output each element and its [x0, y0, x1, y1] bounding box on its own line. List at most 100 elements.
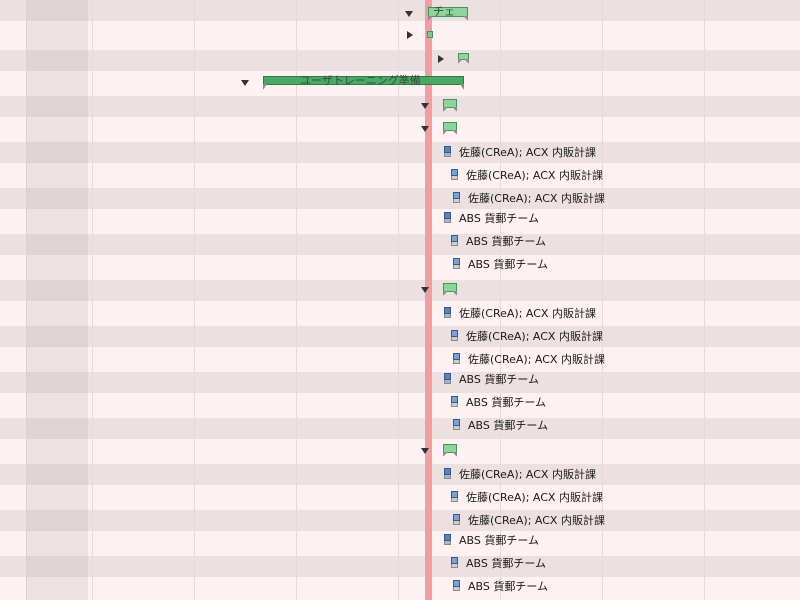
- row-band: [0, 142, 800, 163]
- group-icon: [443, 468, 453, 480]
- row-band: [0, 27, 800, 48]
- timescale-gridline: [602, 0, 603, 600]
- row-band: [0, 579, 800, 600]
- collapse-toggle-icon[interactable]: [421, 103, 429, 109]
- resource-assignment[interactable]: 佐藤(CReA); ACX 内販計課: [452, 352, 605, 366]
- collapse-toggle-icon[interactable]: [421, 287, 429, 293]
- non-working-time-shading: [26, 0, 88, 600]
- person-icon: [452, 514, 462, 526]
- collapse-toggle-icon[interactable]: [421, 448, 429, 454]
- resource-assignment[interactable]: 佐藤(CReA); ACX 内販計課: [452, 513, 605, 527]
- row-band: [0, 418, 800, 439]
- resource-assignment[interactable]: ABS 貨郵チーム: [452, 418, 548, 432]
- collapse-toggle-icon[interactable]: [421, 126, 429, 132]
- resource-assignment[interactable]: ABS 貨郵チーム: [452, 579, 548, 593]
- group-icon: [443, 146, 453, 158]
- person-icon: [450, 557, 460, 569]
- resource-name: 佐藤(CReA); ACX 内販計課: [468, 353, 605, 366]
- summary-task-label: ユーザトレーニング準備: [300, 74, 421, 87]
- row-band: [0, 303, 800, 324]
- row-band: [0, 326, 800, 347]
- task-bar[interactable]: [443, 99, 457, 113]
- group-icon: [443, 212, 453, 224]
- resource-assignment[interactable]: 佐藤(CReA); ACX 内販計課: [450, 168, 603, 182]
- row-band: [0, 119, 800, 140]
- resource-assignment[interactable]: 佐藤(CReA); ACX 内販計課: [443, 145, 596, 159]
- timescale-gridline: [704, 0, 705, 600]
- resource-name: ABS 貨郵チーム: [466, 557, 547, 570]
- row-band: [0, 234, 800, 255]
- group-icon: [443, 373, 453, 385]
- expand-toggle-icon[interactable]: [438, 55, 444, 63]
- collapse-toggle-icon[interactable]: [405, 11, 413, 17]
- expand-toggle-icon[interactable]: [407, 31, 413, 39]
- row-band: [0, 372, 800, 393]
- person-icon: [450, 491, 460, 503]
- resource-assignment[interactable]: 佐藤(CReA); ACX 内販計課: [452, 191, 605, 205]
- task-bar[interactable]: チェ: [428, 5, 468, 22]
- person-icon: [452, 353, 462, 365]
- person-icon: [452, 258, 462, 270]
- row-band: [0, 395, 800, 416]
- person-icon: [450, 396, 460, 408]
- timescale-gridline: [92, 0, 93, 600]
- task-bar[interactable]: [443, 122, 457, 136]
- resource-assignment[interactable]: 佐藤(CReA); ACX 内販計課: [443, 467, 596, 481]
- group-icon: [443, 534, 453, 546]
- row-band: [0, 50, 800, 71]
- group-icon: [443, 307, 453, 319]
- row-band: [0, 257, 800, 278]
- row-band: [0, 510, 800, 531]
- resource-assignment[interactable]: 佐藤(CReA); ACX 内販計課: [450, 329, 603, 343]
- resource-name: 佐藤(CReA); ACX 内販計課: [466, 169, 603, 182]
- resource-assignment[interactable]: 佐藤(CReA); ACX 内販計課: [450, 490, 603, 504]
- timescale-gridline: [398, 0, 399, 600]
- collapse-toggle-icon[interactable]: [241, 80, 249, 86]
- timescale-gridline: [500, 0, 501, 600]
- resource-name: ABS 貨郵チーム: [459, 373, 540, 386]
- row-band: [0, 349, 800, 370]
- row-band: [0, 533, 800, 554]
- row-band: [0, 280, 800, 301]
- task-bar[interactable]: [443, 444, 457, 458]
- resource-name: ABS 貨郵チーム: [459, 534, 540, 547]
- resource-name: 佐藤(CReA); ACX 内販計課: [459, 307, 596, 320]
- person-icon: [452, 192, 462, 204]
- row-band: [0, 0, 800, 21]
- resource-name: ABS 貨郵チーム: [468, 419, 549, 432]
- resource-name: ABS 貨郵チーム: [459, 212, 540, 225]
- today-marker: [425, 0, 432, 600]
- resource-assignment[interactable]: ABS 貨郵チーム: [450, 556, 546, 570]
- row-band: [0, 441, 800, 462]
- timescale-gridline: [296, 0, 297, 600]
- resource-name: 佐藤(CReA); ACX 内販計課: [468, 514, 605, 527]
- row-band: [0, 487, 800, 508]
- row-band: [0, 211, 800, 232]
- gantt-chart-area: [0, 0, 800, 600]
- resource-name: 佐藤(CReA); ACX 内販計課: [459, 146, 596, 159]
- resource-assignment[interactable]: ABS 貨郵チーム: [443, 211, 539, 225]
- person-icon: [450, 169, 460, 181]
- row-band: [0, 464, 800, 485]
- task-bar-label: チェ: [433, 5, 455, 18]
- resource-name: 佐藤(CReA); ACX 内販計課: [468, 192, 605, 205]
- resource-assignment[interactable]: 佐藤(CReA); ACX 内販計課: [443, 306, 596, 320]
- resource-assignment[interactable]: ABS 貨郵チーム: [450, 234, 546, 248]
- person-icon: [450, 330, 460, 342]
- resource-name: 佐藤(CReA); ACX 内販計課: [459, 468, 596, 481]
- person-icon: [452, 580, 462, 592]
- task-bar[interactable]: [443, 283, 457, 297]
- resource-name: 佐藤(CReA); ACX 内販計課: [466, 330, 603, 343]
- row-band: [0, 165, 800, 186]
- resource-assignment[interactable]: ABS 貨郵チーム: [450, 395, 546, 409]
- resource-assignment[interactable]: ABS 貨郵チーム: [452, 257, 548, 271]
- resource-assignment[interactable]: ABS 貨郵チーム: [443, 372, 539, 386]
- resource-assignment[interactable]: ABS 貨郵チーム: [443, 533, 539, 547]
- resource-name: ABS 貨郵チーム: [466, 396, 547, 409]
- milestone-task[interactable]: [427, 31, 433, 38]
- timescale-gridline: [194, 0, 195, 600]
- person-icon: [452, 419, 462, 431]
- task-bar[interactable]: [458, 53, 469, 65]
- resource-name: 佐藤(CReA); ACX 内販計課: [466, 491, 603, 504]
- row-band: [0, 96, 800, 117]
